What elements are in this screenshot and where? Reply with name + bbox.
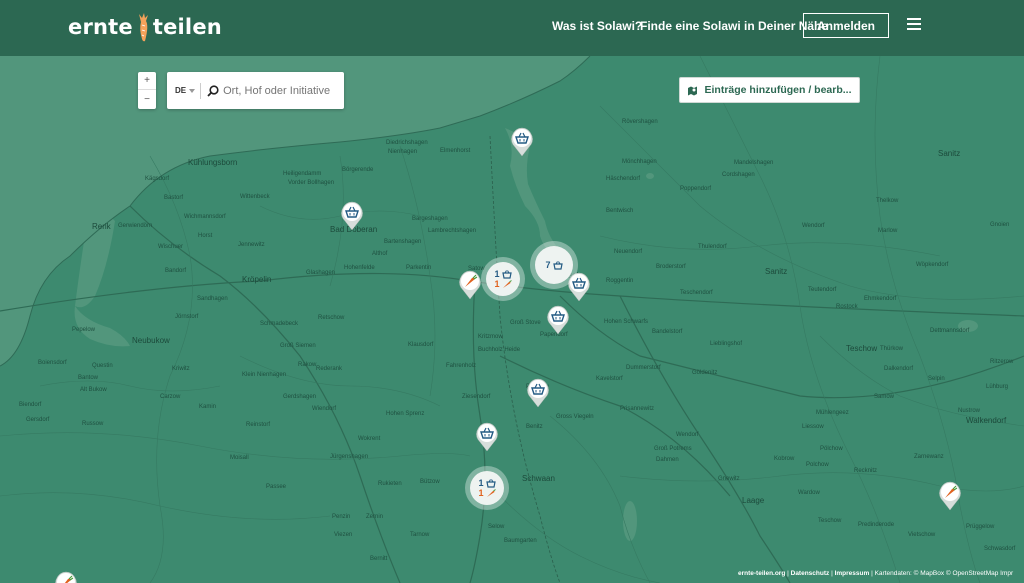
zoom-in-button[interactable]: +	[138, 72, 156, 90]
logo[interactable]: ernte teilen	[68, 12, 222, 42]
search-box: DE	[167, 72, 344, 109]
map-credits: Kartendaten: © MapBox © OpenStreetMap Im…	[874, 570, 1014, 577]
initiative-carrot-marker[interactable]	[938, 481, 962, 511]
search-icon	[207, 84, 219, 97]
solawi-basket-marker[interactable]	[475, 422, 499, 452]
map-edit-icon	[688, 86, 698, 95]
solawi-basket-marker[interactable]	[510, 127, 534, 157]
logo-text-right: teilen	[152, 15, 222, 39]
solawi-basket-marker[interactable]	[526, 378, 550, 408]
initiative-carrot-marker[interactable]	[54, 571, 78, 583]
add-entries-button[interactable]: Einträge hinzufügen / bearb...	[679, 77, 860, 103]
cluster-count: 7	[545, 260, 551, 270]
add-entries-label: Einträge hinzufügen / bearb...	[704, 84, 852, 96]
nav-what-is-solawi[interactable]: Was ist Solawi?	[552, 19, 642, 33]
marker-cluster[interactable]: 7	[530, 241, 578, 289]
chevron-down-icon[interactable]	[189, 88, 196, 93]
cluster-count: 1	[494, 279, 500, 289]
marker-cluster[interactable]: 1 1	[465, 466, 509, 510]
hamburger-menu-icon[interactable]	[907, 18, 921, 30]
search-input[interactable]	[223, 84, 344, 97]
nav-find-solawi[interactable]: Finde eine Solawi in Deiner Nähe	[640, 19, 828, 33]
zoom-control: + −	[138, 72, 156, 109]
footer-imprint-link[interactable]: Impressum	[835, 570, 870, 577]
map-footer: ernte-teilen.org | Datenschutz | Impress…	[738, 570, 1014, 577]
initiative-carrot-marker[interactable]	[458, 270, 482, 300]
footer-site-link[interactable]: ernte-teilen.org	[738, 570, 785, 577]
carrot-icon	[138, 13, 148, 42]
divider	[200, 82, 202, 99]
carrot-icon	[486, 488, 496, 497]
logo-text-left: ernte	[68, 15, 133, 39]
cluster-count: 1	[478, 478, 484, 488]
cluster-count: 1	[478, 488, 484, 498]
zoom-out-button[interactable]: −	[138, 90, 156, 108]
carrot-icon	[502, 279, 512, 288]
footer-privacy-link[interactable]: Datenschutz	[791, 570, 830, 577]
header: ernte teilen Was ist Solawi? Finde eine …	[0, 0, 1024, 56]
cluster-count: 1	[494, 269, 500, 279]
login-button[interactable]: Anmelden	[803, 13, 889, 38]
basket-icon	[501, 269, 512, 279]
basket-icon	[485, 478, 496, 488]
country-select[interactable]: DE	[175, 86, 186, 95]
solawi-basket-marker[interactable]	[546, 305, 570, 335]
basket-icon	[552, 260, 563, 270]
marker-cluster[interactable]: 1 1	[481, 257, 525, 301]
solawi-basket-marker[interactable]	[340, 201, 364, 231]
